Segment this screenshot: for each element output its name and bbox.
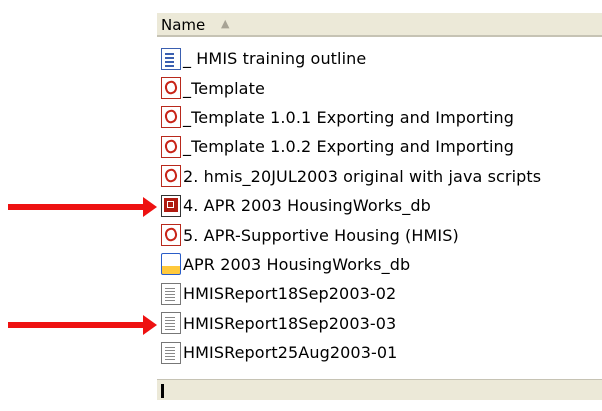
sort-ascending-icon: ▲	[221, 17, 230, 30]
file-name: APR 2003 HousingWorks_db	[183, 254, 411, 274]
scroll-thumb[interactable]	[161, 384, 164, 398]
file-name: 2. hmis_20JUL2003 original with java scr…	[183, 166, 542, 186]
column-header-name[interactable]: Name ▲	[157, 13, 602, 37]
file-list: _ HMIS training outline _Template _Templ…	[157, 44, 602, 367]
column-header-label: Name	[161, 16, 206, 34]
file-name: HMISReport18Sep2003-02	[183, 284, 397, 304]
red-arrow-annotation	[8, 315, 157, 335]
file-row[interactable]: _Template 1.0.1 Exporting and Importing	[157, 103, 602, 132]
text-file-icon	[161, 282, 181, 305]
file-row[interactable]: _ HMIS training outline	[157, 44, 602, 73]
file-row[interactable]: 2. hmis_20JUL2003 original with java scr…	[157, 162, 602, 191]
text-file-icon	[161, 341, 181, 364]
file-row[interactable]: 5. APR-Supportive Housing (HMIS)	[157, 220, 602, 249]
file-name: 4. APR 2003 HousingWorks_db	[183, 196, 431, 216]
pdf-form-icon	[161, 194, 181, 217]
pdf-icon	[161, 77, 181, 100]
file-name: _Template 1.0.2 Exporting and Importing	[183, 137, 515, 157]
file-row[interactable]: HMISReport25Aug2003-01	[157, 338, 602, 367]
bottom-edge	[157, 400, 602, 411]
file-name: _Template	[183, 78, 265, 98]
file-row[interactable]: APR 2003 HousingWorks_db	[157, 250, 602, 279]
file-row[interactable]: 4. APR 2003 HousingWorks_db	[157, 191, 602, 220]
file-row[interactable]: HMISReport18Sep2003-02	[157, 279, 602, 308]
file-row[interactable]: _Template	[157, 73, 602, 102]
document-icon	[161, 47, 181, 70]
top-edge	[157, 0, 602, 13]
file-name: _ HMIS training outline	[183, 49, 367, 69]
red-arrow-annotation	[8, 197, 157, 217]
pdf-icon	[161, 224, 181, 247]
application-icon	[161, 253, 181, 276]
pdf-icon	[161, 135, 181, 158]
file-name: HMISReport25Aug2003-01	[183, 343, 398, 363]
horizontal-scrollbar[interactable]	[157, 379, 602, 400]
file-name: 5. APR-Supportive Housing (HMIS)	[183, 225, 459, 245]
file-row[interactable]: _Template 1.0.2 Exporting and Importing	[157, 132, 602, 161]
text-file-icon	[161, 312, 181, 335]
pdf-icon	[161, 165, 181, 188]
file-list-panel: Name ▲ _ HMIS training outline _Template…	[157, 0, 602, 411]
file-name: _Template 1.0.1 Exporting and Importing	[183, 107, 515, 127]
pdf-icon	[161, 106, 181, 129]
file-row[interactable]: HMISReport18Sep2003-03	[157, 309, 602, 338]
file-name: HMISReport18Sep2003-03	[183, 313, 397, 333]
